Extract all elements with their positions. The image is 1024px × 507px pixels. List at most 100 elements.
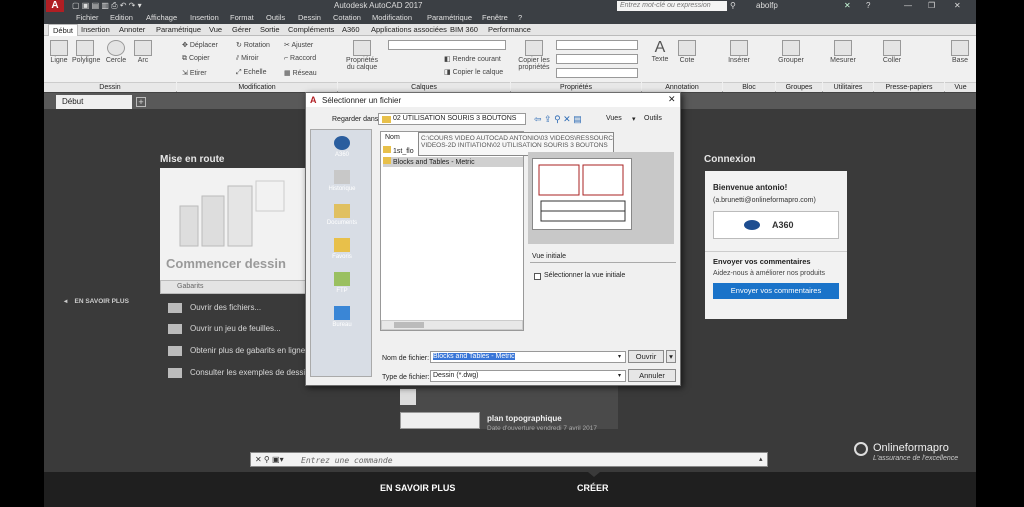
search-input[interactable]: Entrez mot-clé ou expression: [617, 1, 727, 11]
arc-button[interactable]: Arc: [132, 40, 154, 64]
group-presse-papiers[interactable]: Presse-papiers: [874, 82, 944, 92]
outils-menu-arrow-icon[interactable]: ▾: [632, 115, 636, 123]
command-tools-icon[interactable]: ✕ ⚲ ▣▾: [255, 455, 284, 464]
inserer-button[interactable]: Insérer: [726, 40, 752, 64]
menu-format[interactable]: Format: [230, 13, 254, 22]
mesurer-button[interactable]: Mesurer: [828, 40, 858, 64]
exemples-dessins-link[interactable]: Consulter les exemples de dessins...: [168, 368, 320, 378]
commencer-dessin-card[interactable]: Commencer dessin: [160, 168, 310, 280]
annuler-button[interactable]: Annuler: [628, 369, 676, 382]
gabarits-dropdown[interactable]: Gabarits: [160, 280, 310, 294]
en-savoir-plus-tab[interactable]: EN SAVOIR PLUS: [380, 483, 455, 493]
vue-initiale-checkbox-label[interactable]: Sélectionner la vue initiale: [544, 272, 625, 279]
type-fichier-dropdown[interactable]: Dessin (*.dwg): [430, 370, 626, 382]
ouvrir-fichiers-link[interactable]: Ouvrir des fichiers...: [168, 303, 261, 313]
menu-help[interactable]: ?: [518, 13, 522, 22]
menu-fichier[interactable]: Fichier: [76, 13, 99, 22]
ouvrir-button[interactable]: Ouvrir: [628, 350, 664, 363]
binoculars-icon[interactable]: ⚲: [730, 1, 736, 10]
polyligne-button[interactable]: Polyligne: [72, 40, 100, 64]
tab-debut-doc[interactable]: Début: [56, 95, 132, 109]
group-calques[interactable]: Calques: [338, 82, 510, 92]
ajuster-tool[interactable]: ✂ Ajuster: [284, 41, 313, 49]
file-item-selected[interactable]: Blocks and Tables - Metric: [383, 157, 523, 167]
group-proprietes[interactable]: Propriétés: [511, 82, 641, 92]
outils-menu[interactable]: Outils: [644, 115, 662, 122]
color-dropdown[interactable]: [556, 40, 638, 50]
regarder-dropdown[interactable]: 02 UTILISATION SOURIS 3 BOUTONS: [378, 113, 526, 125]
type-dropdown-icon[interactable]: ▾: [618, 372, 621, 379]
rendre-courant-tool[interactable]: ◧ Rendre courant: [444, 55, 501, 63]
copier-calque-tool[interactable]: ◨ Copier le calque: [444, 68, 503, 76]
file-list[interactable]: Nom 1st_flo Blocks and Tables - Metric: [380, 131, 524, 331]
place-bureau[interactable]: Bureau: [311, 306, 373, 328]
col-nom-header[interactable]: Nom: [385, 134, 400, 141]
command-arrow-icon[interactable]: ▴: [759, 455, 763, 463]
nav-toolbar-icons[interactable]: ⇦ ⇪ ⚲ ✕ ▤: [534, 114, 582, 125]
cote-button[interactable]: Cote: [676, 40, 698, 64]
group-vue[interactable]: Vue: [945, 82, 976, 92]
group-modification[interactable]: Modification: [177, 82, 337, 92]
linetype-dropdown[interactable]: [556, 54, 638, 64]
grouper-button[interactable]: Grouper: [778, 40, 804, 64]
proprietes-calque-button[interactable]: Propriétés du calque: [342, 40, 382, 71]
ouvrir-jeu-feuilles-link[interactable]: Ouvrir un jeu de feuilles...: [168, 324, 281, 334]
place-documents[interactable]: Documents: [311, 204, 373, 226]
vue-initiale-checkbox[interactable]: [534, 273, 541, 280]
user-name[interactable]: abolfp: [756, 1, 778, 10]
help-icon[interactable]: ?: [866, 1, 870, 10]
command-line[interactable]: ✕ ⚲ ▣▾ Entrez une commande ▴: [250, 452, 768, 467]
menu-fenetre[interactable]: Fenêtre: [482, 13, 508, 22]
tab-insertion[interactable]: Insertion: [81, 25, 110, 34]
rotation-tool[interactable]: ↻ Rotation: [236, 41, 270, 49]
menu-modification[interactable]: Modification: [372, 13, 412, 22]
group-groupes[interactable]: Groupes: [776, 82, 822, 92]
nom-fichier-input[interactable]: Blocks and Tables - Metric: [430, 351, 626, 363]
copier-proprietes-button[interactable]: Copier les propriétés: [514, 40, 554, 71]
base-button[interactable]: Base: [948, 40, 972, 64]
tab-debut[interactable]: Début: [48, 24, 79, 36]
exchange-icon[interactable]: ✕: [844, 1, 851, 10]
menu-cotation[interactable]: Cotation: [333, 13, 361, 22]
place-historique[interactable]: Historique: [311, 170, 373, 192]
coller-button[interactable]: Coller: [880, 40, 904, 64]
echelle-tool[interactable]: ⤢ Echelle: [236, 69, 267, 77]
recent-thumb-small[interactable]: [400, 389, 416, 405]
tab-a360[interactable]: A360: [342, 25, 360, 34]
a360-button[interactable]: A360: [713, 211, 839, 239]
deplacer-tool[interactable]: ✥ Déplacer: [182, 41, 218, 49]
place-ftp[interactable]: FTP: [311, 272, 373, 294]
command-input[interactable]: Entrez une commande: [301, 456, 393, 465]
tab-gerer[interactable]: Gérer: [232, 25, 251, 34]
menu-edition[interactable]: Edition: [110, 13, 133, 22]
envoyer-commentaires-button[interactable]: Envoyer vos commentaires: [713, 283, 839, 299]
cercle-button[interactable]: Cercle: [104, 40, 128, 64]
en-savoir-plus-side[interactable]: ◂ EN SAVOIR PLUS: [64, 297, 129, 305]
recent-doc-name[interactable]: plan topographique: [487, 414, 562, 423]
new-tab-icon[interactable]: +: [136, 97, 146, 107]
autocad-logo[interactable]: A: [46, 0, 64, 12]
quick-access-toolbar[interactable]: ▢ ▣ ▤ ▥ ⎙ ↶ ↷ ▾: [72, 1, 142, 11]
restore-icon[interactable]: ❐: [928, 1, 935, 10]
minimize-icon[interactable]: —: [904, 1, 912, 10]
ouvrir-options-icon[interactable]: ▾: [666, 350, 676, 363]
layer-dropdown[interactable]: [388, 40, 506, 50]
creer-tab[interactable]: CRÉER: [577, 483, 609, 493]
texte-button[interactable]: A Texte: [648, 40, 672, 64]
reseau-tool[interactable]: ▦ Réseau: [284, 69, 317, 77]
tab-applications-associees[interactable]: Applications associées: [371, 25, 447, 34]
lineweight-dropdown[interactable]: [556, 68, 638, 78]
recent-thumbnail[interactable]: [400, 412, 480, 429]
menu-parametrique[interactable]: Paramétrique: [427, 13, 472, 22]
horizontal-scrollbar[interactable]: [381, 320, 523, 330]
place-a360[interactable]: A360: [311, 136, 373, 158]
menu-insertion[interactable]: Insertion: [190, 13, 219, 22]
group-dessin[interactable]: Dessin: [44, 82, 176, 92]
tab-parametrique[interactable]: Paramétrique: [156, 25, 201, 34]
dialog-close-icon[interactable]: ✕: [668, 94, 676, 105]
tab-vue[interactable]: Vue: [209, 25, 222, 34]
miroir-tool[interactable]: ⫽ Miroir: [236, 55, 259, 63]
tab-bim360[interactable]: BIM 360: [450, 25, 478, 34]
obtenir-gabarits-link[interactable]: Obtenir plus de gabarits en ligne: [168, 346, 305, 356]
scrollbar-thumb[interactable]: [394, 322, 424, 328]
